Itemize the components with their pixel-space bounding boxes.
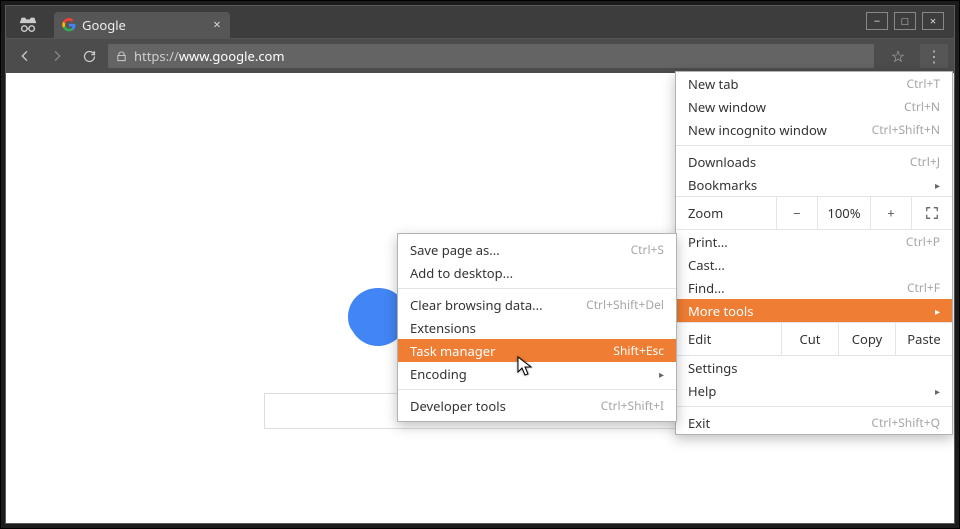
menu-item-new-incognito[interactable]: New incognito windowCtrl+Shift+N xyxy=(676,118,952,141)
chrome-menu-button[interactable]: ⋮ xyxy=(920,44,948,68)
submenu-item-dev-tools[interactable]: Developer toolsCtrl+Shift+I xyxy=(398,394,676,417)
menu-edit-row: Edit Cut Copy Paste xyxy=(676,322,952,356)
menu-separator xyxy=(398,288,676,289)
menu-item-print[interactable]: Print...Ctrl+P xyxy=(676,230,952,253)
submenu-arrow-icon: ▸ xyxy=(935,178,940,192)
submenu-item-encoding[interactable]: Encoding▸ xyxy=(398,362,676,385)
submenu-item-clear-data[interactable]: Clear browsing data...Ctrl+Shift+Del xyxy=(398,293,676,316)
zoom-out-button[interactable]: − xyxy=(776,197,817,229)
forward-button[interactable] xyxy=(44,44,70,68)
menu-separator xyxy=(398,389,676,390)
edit-cut-button[interactable]: Cut xyxy=(781,323,838,355)
desktop-frame: − □ × xyxy=(0,0,960,529)
submenu-arrow-icon: ▸ xyxy=(659,367,664,381)
menu-separator xyxy=(676,145,952,146)
toolbar: https://www.google.com ☆ ⋮ xyxy=(6,38,954,73)
menu-zoom-row: Zoom − 100% + xyxy=(676,196,952,230)
menu-item-cast[interactable]: Cast... xyxy=(676,253,952,276)
submenu-item-extensions[interactable]: Extensions xyxy=(398,316,676,339)
tab-close-button[interactable]: × xyxy=(210,17,224,31)
menu-item-new-window[interactable]: New windowCtrl+N xyxy=(676,95,952,118)
google-favicon-icon xyxy=(62,18,76,32)
fullscreen-button[interactable] xyxy=(911,197,952,229)
browser-tab[interactable]: Google × xyxy=(54,12,230,38)
submenu-arrow-icon: ▸ xyxy=(935,384,940,398)
reload-button[interactable] xyxy=(76,44,102,68)
url-host: www.google.com xyxy=(179,47,285,65)
window-minimize-button[interactable]: − xyxy=(866,12,888,30)
incognito-icon xyxy=(14,12,42,36)
window-controls: − □ × xyxy=(866,12,944,30)
tab-strip: Google × xyxy=(6,6,954,38)
lock-icon xyxy=(114,49,128,63)
menu-separator xyxy=(676,406,952,407)
submenu-arrow-icon: ▸ xyxy=(935,304,940,318)
window-close-button[interactable]: × xyxy=(922,12,944,30)
menu-item-settings[interactable]: Settings xyxy=(676,356,952,379)
edit-label: Edit xyxy=(676,330,781,348)
submenu-item-save-page[interactable]: Save page as...Ctrl+S xyxy=(398,238,676,261)
url-protocol: https:// xyxy=(134,47,179,65)
omnibox[interactable]: https://www.google.com xyxy=(108,44,874,68)
menu-item-exit[interactable]: ExitCtrl+Shift+Q xyxy=(676,411,952,434)
menu-item-more-tools[interactable]: More tools▸ xyxy=(676,299,952,322)
menu-item-downloads[interactable]: DownloadsCtrl+J xyxy=(676,150,952,173)
menu-item-new-tab[interactable]: New tabCtrl+T xyxy=(676,72,952,95)
menu-item-find[interactable]: Find...Ctrl+F xyxy=(676,276,952,299)
bookmark-star-icon[interactable]: ☆ xyxy=(886,44,910,68)
chrome-main-menu: New tabCtrl+T New windowCtrl+N New incog… xyxy=(675,71,953,435)
zoom-label: Zoom xyxy=(676,204,776,222)
tab-title: Google xyxy=(82,16,126,34)
back-button[interactable] xyxy=(12,44,38,68)
zoom-in-button[interactable]: + xyxy=(870,197,911,229)
submenu-item-add-desktop[interactable]: Add to desktop... xyxy=(398,261,676,284)
edit-copy-button[interactable]: Copy xyxy=(838,323,895,355)
window-maximize-button[interactable]: □ xyxy=(894,12,916,30)
zoom-value: 100% xyxy=(817,197,870,229)
edit-paste-button[interactable]: Paste xyxy=(895,323,952,355)
submenu-item-task-manager[interactable]: Task managerShift+Esc xyxy=(398,339,676,362)
menu-item-bookmarks[interactable]: Bookmarks▸ xyxy=(676,173,952,196)
more-tools-submenu: Save page as...Ctrl+S Add to desktop... … xyxy=(397,233,677,422)
menu-item-help[interactable]: Help▸ xyxy=(676,379,952,402)
